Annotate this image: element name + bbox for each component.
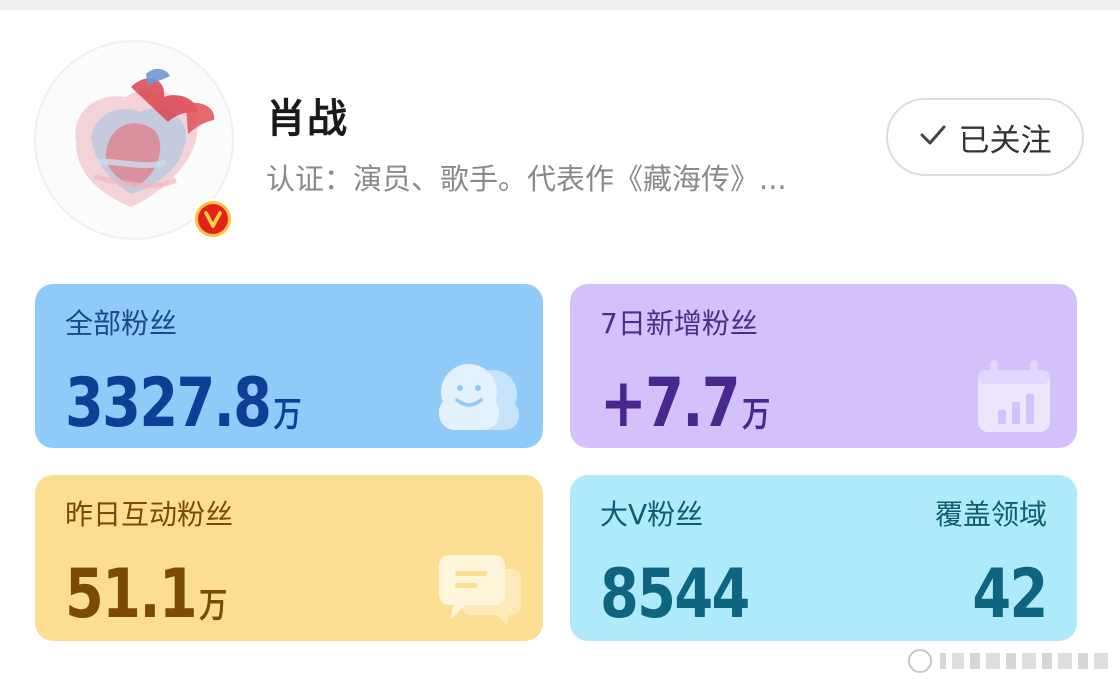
fans-faces-icon [439, 364, 519, 430]
value-unit: 万 [199, 586, 228, 626]
value-number: 3327.8 [65, 364, 272, 443]
coverage-title: 覆盖领域 [934, 498, 1047, 531]
avatar-container[interactable] [34, 40, 234, 240]
card-title: 7日新增粉丝 [600, 307, 758, 340]
interactive-fans-card[interactable]: 昨日互动粉丝 51.1万 [35, 475, 543, 641]
top-bar [0, 0, 1120, 10]
card-title: 全部粉丝 [65, 307, 178, 340]
new-fans-7d-card[interactable]: 7日新增粉丝 +7.7万 [570, 284, 1077, 448]
big-v-fans-value: 8544 [600, 555, 750, 634]
watermark-icon [908, 649, 1108, 673]
verified-v-icon [198, 204, 228, 234]
value-number: 51.1 [65, 555, 198, 634]
total-fans-value: 3327.8万 [65, 364, 301, 443]
new-fans-value: +7.7万 [600, 364, 770, 443]
card-title: 大V粉丝 [600, 498, 704, 531]
profile-name[interactable]: 肖战 [266, 86, 348, 144]
card-title: 昨日互动粉丝 [65, 498, 234, 531]
coverage-value: 42 [972, 555, 1049, 634]
checkmark-icon [919, 123, 947, 151]
big-v-fans-card[interactable]: 大V粉丝 覆盖领域 8544 42 [570, 475, 1077, 641]
interactive-fans-value: 51.1万 [65, 555, 227, 634]
value-unit: 万 [742, 395, 771, 435]
follow-button[interactable]: 已关注 [886, 98, 1084, 176]
value-number: +7.7 [600, 364, 741, 443]
certification-text: 认证：演员、歌手。代表作《藏海传》... [266, 162, 787, 196]
calendar-bar-chart-icon [978, 360, 1050, 432]
follow-label: 已关注 [958, 122, 1052, 159]
verified-badge [192, 198, 234, 240]
total-fans-card[interactable]: 全部粉丝 3327.8万 [35, 284, 543, 448]
value-unit: 万 [273, 395, 302, 435]
chat-bubble-icon [439, 555, 521, 625]
